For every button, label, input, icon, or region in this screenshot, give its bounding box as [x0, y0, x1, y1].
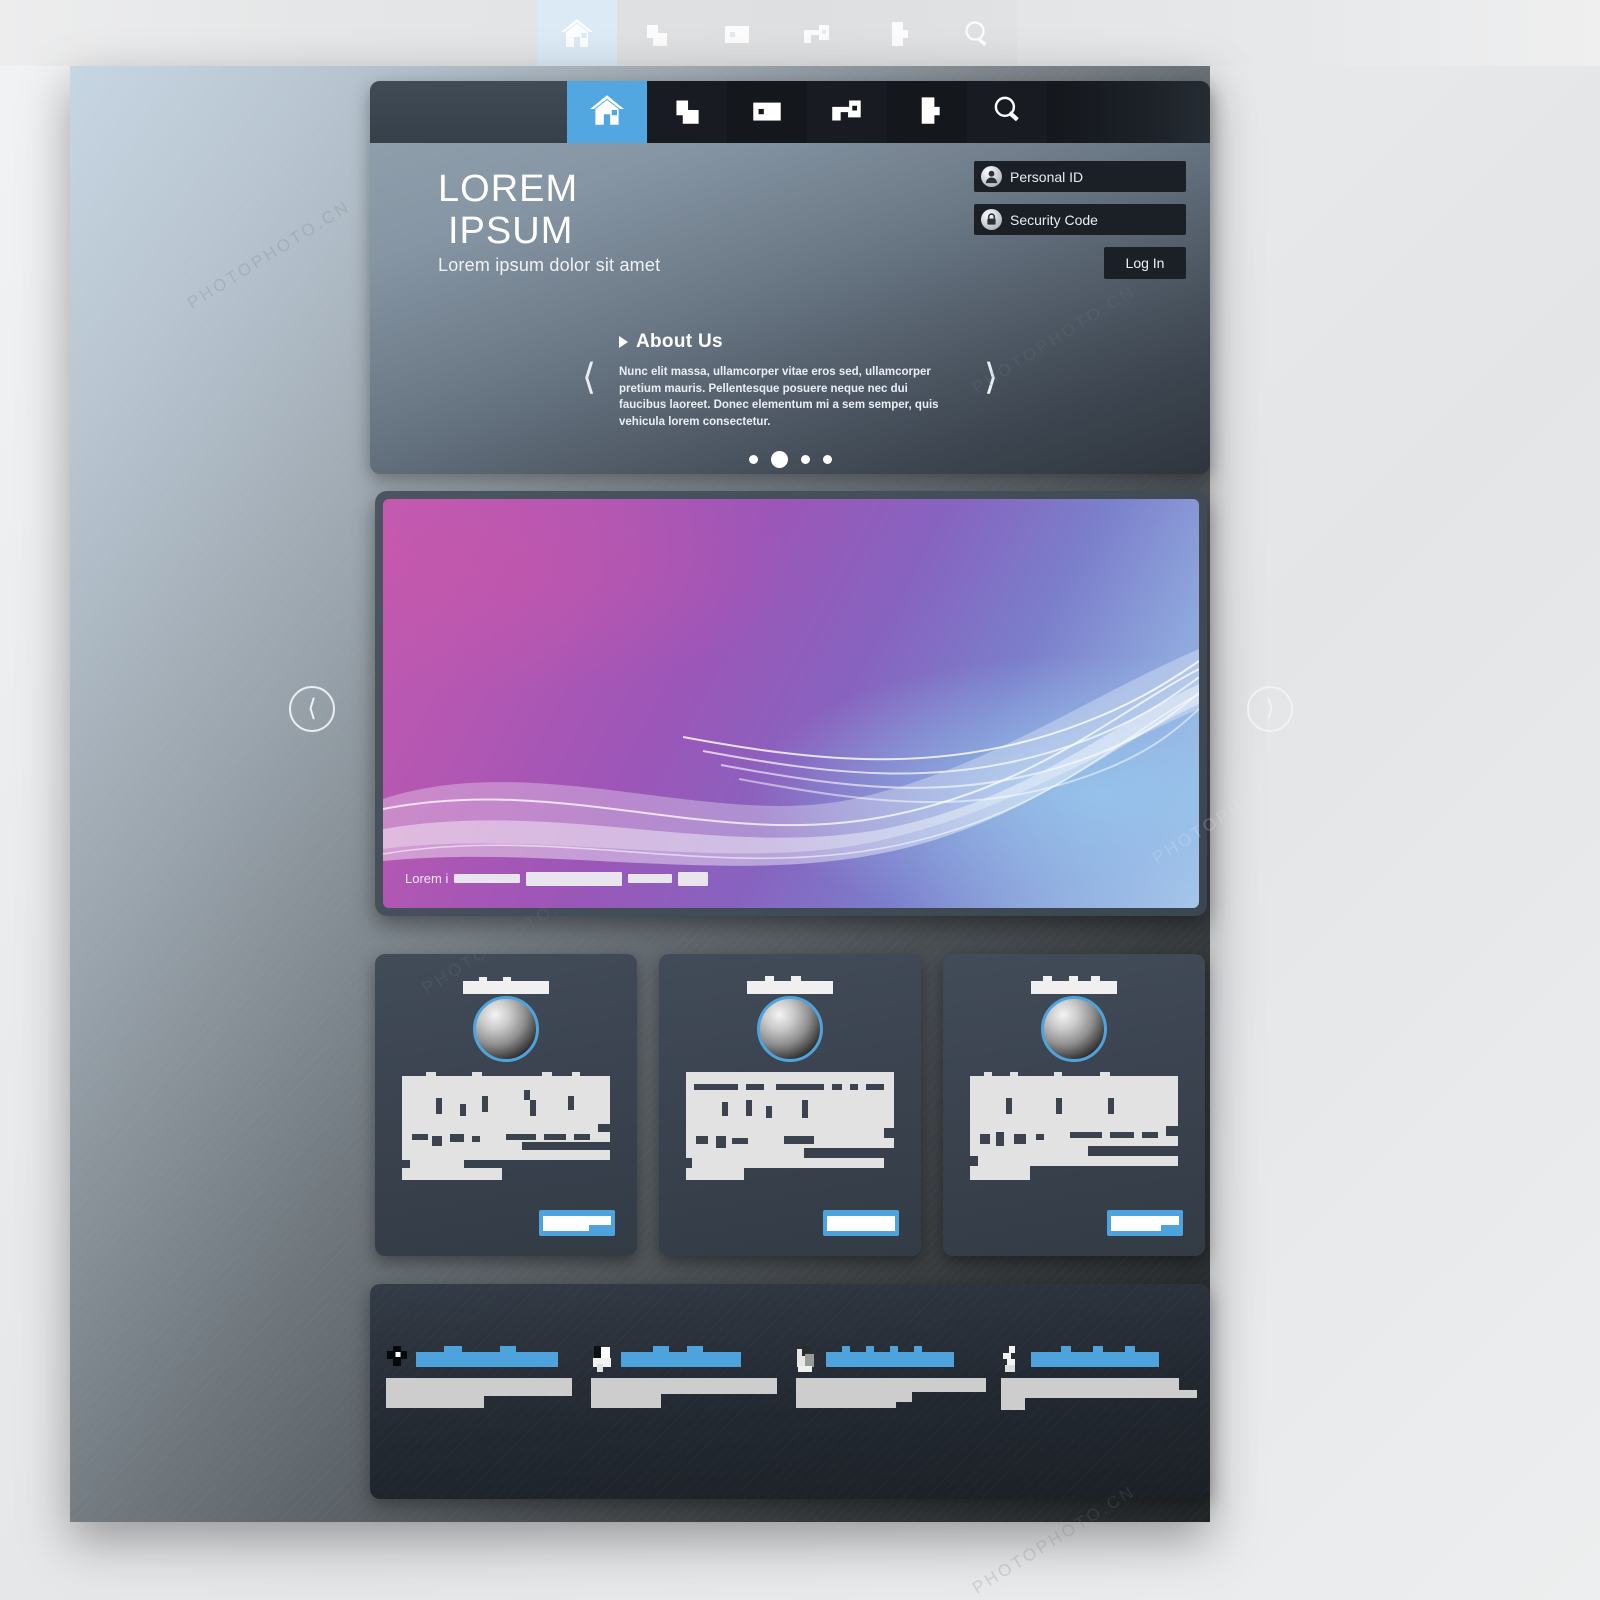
- security-code-field[interactable]: Security Code: [974, 204, 1186, 235]
- footer-body-redacted: [386, 1378, 579, 1413]
- nav-item-contact[interactable]: [887, 81, 967, 143]
- site-footer: [370, 1284, 1210, 1499]
- nav-item-services[interactable]: [807, 81, 887, 143]
- card-body-redacted: [402, 1072, 610, 1187]
- about-prev-arrow[interactable]: ⟨: [582, 359, 596, 395]
- hero-caption-redaction: [454, 874, 521, 883]
- carousel-dot-4[interactable]: [822, 455, 832, 464]
- padlock-icon: [981, 209, 1002, 230]
- hero-frame: Lorem i: [375, 491, 1207, 916]
- about-title-row: About Us: [619, 331, 939, 353]
- footer-column: [380, 1342, 585, 1499]
- ghost-navbar-strip: [0, 0, 1600, 66]
- card-avatar: [1041, 996, 1107, 1062]
- website-mockup-canvas: LOREM IPSUM Lorem ipsum dolor sit amet P…: [70, 66, 1293, 1522]
- ghost-nav-blob-icon: [857, 0, 937, 66]
- user-avatar-icon: [981, 166, 1002, 187]
- nav-item-search[interactable]: [967, 81, 1047, 143]
- hero-caption: Lorem i: [405, 871, 709, 886]
- carousel-dot-3[interactable]: [800, 455, 810, 464]
- footer-body-redacted: [796, 1378, 989, 1413]
- feature-card[interactable]: [659, 954, 921, 1256]
- gray-badge-icon: [796, 1346, 822, 1372]
- card-title-redacted: [747, 975, 833, 994]
- card-button[interactable]: [823, 1210, 899, 1236]
- ghost-nav-arrow-block-icon: [777, 0, 857, 66]
- light-badge-icon: [1001, 1346, 1027, 1372]
- site-header-panel: LOREM IPSUM Lorem ipsum dolor sit amet P…: [370, 81, 1210, 474]
- hero-caption-redaction: [678, 871, 709, 886]
- hero-caption-text: Lorem i: [405, 871, 449, 886]
- footer-heading-redacted: [826, 1345, 954, 1372]
- brand-block: LOREM IPSUM Lorem ipsum dolor sit amet: [438, 168, 660, 276]
- hero-next-button[interactable]: ⟩: [1247, 686, 1293, 732]
- footer-column: [995, 1342, 1200, 1499]
- card-avatar: [473, 996, 539, 1062]
- nav-left-spacer: [370, 81, 567, 143]
- feature-card[interactable]: [943, 954, 1205, 1256]
- brand-line-2: IPSUM: [448, 210, 574, 252]
- personal-id-field[interactable]: Personal ID: [974, 161, 1186, 192]
- dark-light-badge-icon: [591, 1346, 617, 1372]
- feature-card[interactable]: [375, 954, 637, 1256]
- about-next-arrow[interactable]: ⟩: [984, 359, 998, 395]
- card-body-redacted: [970, 1072, 1178, 1187]
- feature-cards: [375, 954, 1207, 1256]
- ghost-nav-home-icon: [537, 0, 617, 66]
- card-body-redacted: [686, 1072, 894, 1187]
- blob-icon: [908, 92, 946, 133]
- screenshot-stage: LOREM IPSUM Lorem ipsum dolor sit amet P…: [0, 0, 1600, 1600]
- about-body-text: Nunc elit massa, ullamcorper vitae eros …: [619, 366, 939, 428]
- card-title-redacted: [463, 975, 549, 994]
- rectangle-dot-icon: [748, 92, 786, 133]
- arrow-block-icon: [828, 92, 866, 133]
- hero-image: Lorem i: [383, 499, 1199, 908]
- hero-slider: Lorem i ⟨ ⟩: [289, 491, 1293, 916]
- play-triangle-icon: [619, 336, 628, 348]
- card-button[interactable]: [1107, 1210, 1183, 1236]
- magnifier-icon: [988, 92, 1026, 133]
- hero-caption-redaction: [526, 871, 623, 886]
- footer-column: [585, 1342, 790, 1499]
- footer-heading-redacted: [416, 1345, 558, 1372]
- brand-line-1: LOREM: [438, 168, 579, 210]
- brand-tagline: Lorem ipsum dolor sit amet: [438, 255, 661, 275]
- login-button[interactable]: Log In: [1104, 247, 1186, 279]
- nav-item-media[interactable]: [727, 81, 807, 143]
- card-button[interactable]: [539, 1210, 615, 1236]
- main-navigation: [370, 81, 1210, 143]
- footer-body-redacted: [591, 1378, 784, 1413]
- card-avatar: [757, 996, 823, 1062]
- about-title: About Us: [636, 331, 723, 352]
- home-icon: [588, 92, 626, 133]
- hero-wave-graphic: [383, 649, 1199, 866]
- ghost-nav-stepped-blocks-icon: [617, 0, 697, 66]
- carousel-dot-2[interactable]: [770, 451, 788, 468]
- nav-right-filler: [1047, 81, 1210, 143]
- nav-item-home[interactable]: [567, 81, 647, 143]
- stepped-blocks-icon: [668, 92, 706, 133]
- ghost-nav-magnifier-icon: [937, 0, 1017, 66]
- carousel-dot-1[interactable]: [748, 455, 758, 464]
- dark-badge-icon: [386, 1346, 412, 1372]
- footer-column: [790, 1342, 995, 1499]
- footer-body-redacted: [1001, 1378, 1197, 1415]
- security-code-placeholder: Security Code: [1010, 211, 1098, 228]
- card-title-redacted: [1031, 975, 1117, 994]
- header-body: LOREM IPSUM Lorem ipsum dolor sit amet P…: [370, 143, 1210, 474]
- hero-caption-redaction: [628, 874, 673, 883]
- footer-heading-redacted: [1031, 1345, 1159, 1372]
- ghost-nav-rectangle-dot-icon: [697, 0, 777, 66]
- ghost-navbar-items: [537, 0, 1017, 66]
- personal-id-placeholder: Personal ID: [1010, 168, 1084, 185]
- login-box: Personal ID Security Code Log In: [974, 161, 1186, 279]
- hero-prev-button[interactable]: ⟨: [289, 686, 335, 732]
- about-carousel-dots: [370, 451, 1210, 468]
- nav-item-pages[interactable]: [647, 81, 727, 143]
- footer-heading-redacted: [621, 1345, 741, 1372]
